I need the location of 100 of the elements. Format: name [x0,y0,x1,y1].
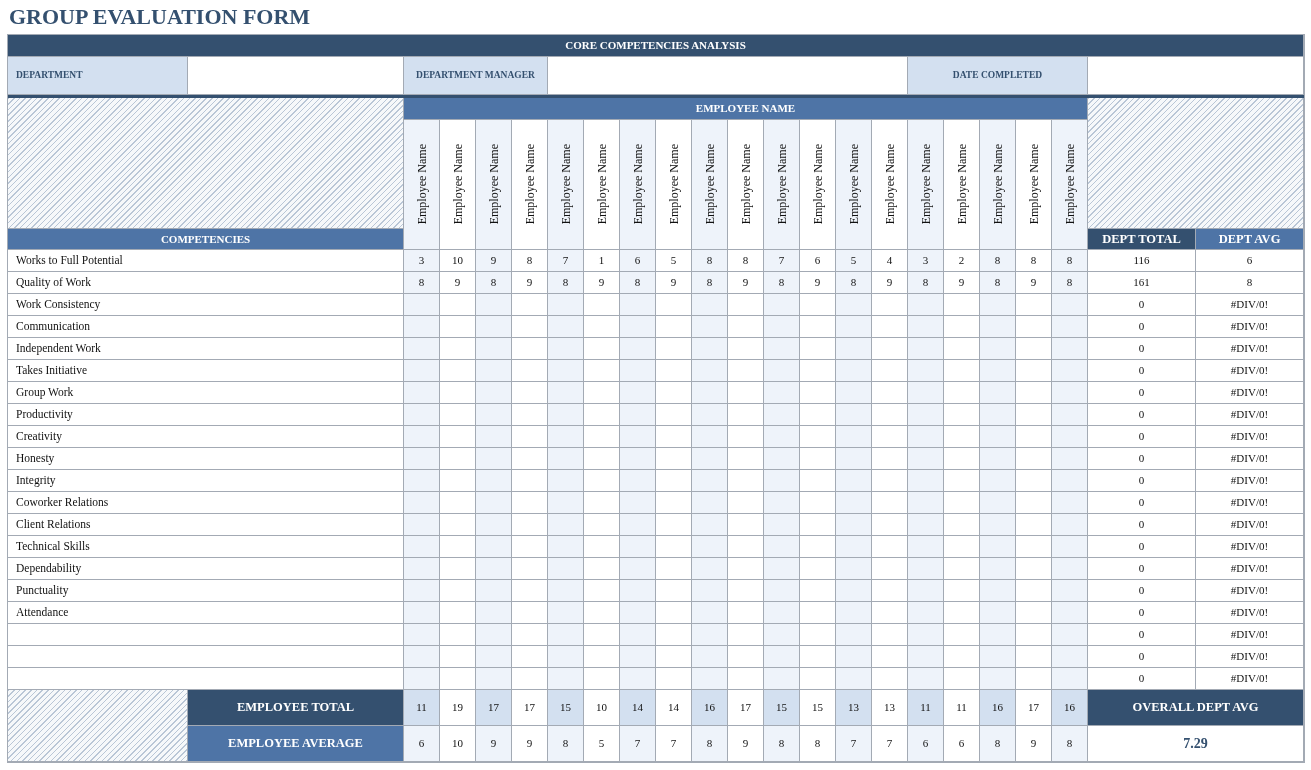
average-cell: #DIV/0! [1196,514,1304,536]
empty-cell [404,426,440,448]
empty-cell [620,580,656,602]
empty-cell [908,404,944,426]
empty-cell [620,404,656,426]
empty-cell [476,404,512,426]
score-cell: 3 [404,250,440,272]
total-cell: 0 [1088,382,1196,404]
competency-label: Takes Initiative [8,360,404,382]
empty-cell [692,316,728,338]
average-cell: #DIV/0! [1196,316,1304,338]
average-cell: #DIV/0! [1196,426,1304,448]
empty-cell [980,382,1016,404]
empty-cell [764,646,800,668]
empty-cell [980,646,1016,668]
empty-cell [476,602,512,624]
empty-cell [404,602,440,624]
empty-cell [908,580,944,602]
empty-cell [980,558,1016,580]
empty-cell [692,558,728,580]
total-cell: 11 [908,690,944,726]
empty-cell [548,558,584,580]
score-cell: 8 [836,272,872,294]
empty-cell [620,426,656,448]
empty-cell [908,602,944,624]
empty-cell [764,360,800,382]
average-cell: #DIV/0! [1196,624,1304,646]
empty-cell [836,558,872,580]
average-cell: #DIV/0! [1196,492,1304,514]
empty-cell [836,338,872,360]
empty-cell [476,580,512,602]
employee-name: Employee Name [1061,144,1078,225]
total-cell: 0 [1088,492,1196,514]
empty-cell [548,646,584,668]
score-cell: 8 [908,272,944,294]
average-cell: #DIV/0! [1196,294,1304,316]
empty-cell [620,624,656,646]
empty-cell [1052,316,1088,338]
empty-cell [620,602,656,624]
empty-cell [404,404,440,426]
empty-cell [764,602,800,624]
competency-label: Work Consistency [8,294,404,316]
score-cell: 3 [908,250,944,272]
empty-cell [908,514,944,536]
average-cell: 6 [404,726,440,762]
employee-name: Employee Name [809,144,826,225]
column-header: DEPT AVG [1196,229,1304,250]
empty-cell [764,624,800,646]
total-cell: 116 [1088,250,1196,272]
empty-cell [548,360,584,382]
empty-cell [404,668,440,690]
total-cell: 16 [692,690,728,726]
empty-cell [836,294,872,316]
total-cell: 0 [1088,624,1196,646]
total-cell: 17 [476,690,512,726]
empty-cell [620,338,656,360]
empty-cell [620,536,656,558]
empty-cell [692,580,728,602]
total-cell: 15 [764,690,800,726]
empty-cell [476,338,512,360]
empty-cell [548,668,584,690]
total-cell: 0 [1088,316,1196,338]
empty-cell [980,470,1016,492]
empty-cell [620,646,656,668]
total-cell: 14 [620,690,656,726]
empty-cell [548,294,584,316]
empty-cell [692,448,728,470]
empty-cell [1052,536,1088,558]
form-title: GROUP EVALUATION FORM [9,3,312,31]
empty-cell [404,624,440,646]
average-cell: 8 [1196,272,1304,294]
empty-cell [404,580,440,602]
competency-label: Attendance [8,602,404,624]
empty-cell [476,558,512,580]
average-cell: #DIV/0! [1196,360,1304,382]
total-cell: 0 [1088,404,1196,426]
empty-cell [836,426,872,448]
empty-cell [980,668,1016,690]
empty-cell [404,316,440,338]
score-cell: 8 [404,272,440,294]
empty-cell [476,382,512,404]
empty-cell [1052,558,1088,580]
empty-cell [908,448,944,470]
empty-cell [980,294,1016,316]
empty-cell [908,536,944,558]
employee-name: Employee Name [737,144,754,225]
empty-cell [476,448,512,470]
average-cell: 8 [980,726,1016,762]
empty-cell [692,646,728,668]
empty-cell [476,316,512,338]
empty-cell [404,382,440,404]
competency-label: Productivity [8,404,404,426]
score-cell: 7 [764,250,800,272]
empty-cell [908,668,944,690]
score-cell: 8 [692,272,728,294]
score-cell: 6 [620,250,656,272]
overall-average-value: 7.29 [1088,726,1304,762]
empty-cell [692,360,728,382]
total-cell: 16 [1052,690,1088,726]
empty-cell [692,514,728,536]
